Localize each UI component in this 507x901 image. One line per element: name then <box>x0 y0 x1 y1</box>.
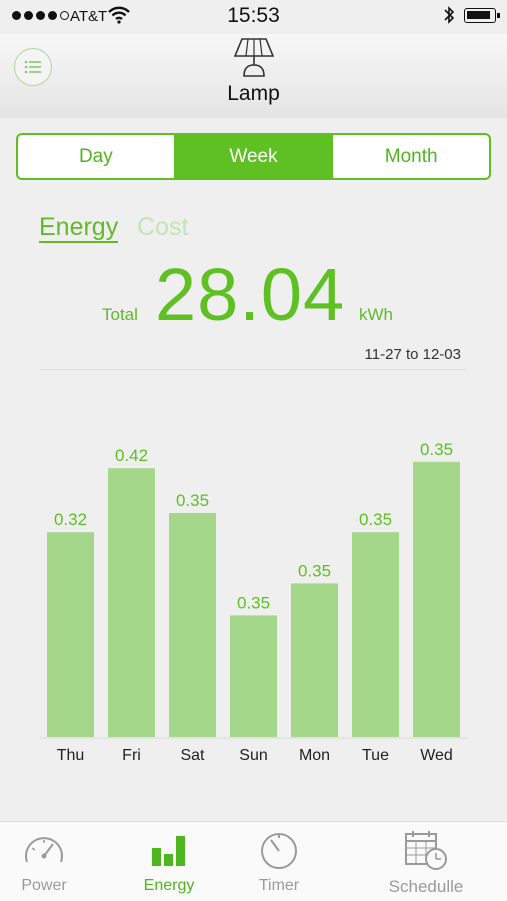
status-bar: AT&T 15:53 <box>0 0 507 34</box>
status-time: 15:53 <box>227 4 280 27</box>
chart-bar-tue[interactable] <box>352 532 399 737</box>
chart-bar-fri[interactable] <box>108 468 155 737</box>
chart-bar-sun[interactable] <box>230 615 277 737</box>
chart-value-label: 0.42 <box>115 446 148 465</box>
chart-value-label: 0.32 <box>54 510 87 529</box>
chart-bar-wed[interactable] <box>413 461 460 737</box>
nav-energy-label: Energy <box>143 877 195 894</box>
chart-category-label: Sat <box>180 747 205 764</box>
nav-schedule-label: Schedulle <box>388 877 464 896</box>
menu-button[interactable] <box>14 48 52 86</box>
bar-chart-icon <box>152 836 185 866</box>
chart-value-label: 0.35 <box>176 491 209 510</box>
total-label: Total <box>102 305 138 324</box>
nav-energy[interactable]: Energy <box>119 822 219 901</box>
nav-power-label: Power <box>21 877 67 894</box>
page-title: Lamp <box>227 82 280 105</box>
chart-value-label: 0.35 <box>359 510 392 529</box>
energy-bar-chart: 0.32 Thu 0.42 Fri 0.35 Sat 0.35 Sun 0.35 Mon 0.35 T… <box>40 440 468 764</box>
chart-category-label: Tue <box>362 747 389 764</box>
bluetooth-icon <box>444 6 455 24</box>
chart-category-label: Sun <box>239 747 267 764</box>
chart-value-label: 0.35 <box>420 440 453 459</box>
list-menu-icon <box>24 60 41 74</box>
app-header: Lamp <box>0 34 507 118</box>
divider <box>40 369 467 370</box>
chart-value-label: 0.35 <box>298 561 331 580</box>
chart-bar-sat[interactable] <box>169 513 216 737</box>
tab-energy[interactable]: Energy <box>39 213 119 243</box>
range-segmented-control: Day Week Month <box>16 133 491 180</box>
chart-category-label: Fri <box>122 747 141 764</box>
tab-month[interactable]: Month <box>331 135 489 178</box>
tab-cost[interactable]: Cost <box>137 213 188 241</box>
tab-day[interactable]: Day <box>18 135 174 178</box>
nav-timer-label: Timer <box>258 877 300 894</box>
date-range: 11-27 to 12-03 <box>364 346 461 363</box>
nav-timer[interactable]: Timer <box>229 822 329 901</box>
nav-schedule[interactable]: Schedulle <box>374 822 478 901</box>
total-value: 28.04 <box>155 253 346 336</box>
battery-icon <box>464 8 500 23</box>
chart-bar-mon[interactable] <box>291 583 338 737</box>
chart-value-label: 0.35 <box>237 593 270 612</box>
gauge-icon <box>25 837 63 863</box>
chart-category-label: Wed <box>420 747 453 764</box>
unit-label: kWh <box>359 305 393 324</box>
calendar-clock-icon <box>405 831 447 870</box>
nav-power[interactable]: Power <box>0 822 94 901</box>
lamp-icon <box>233 38 275 77</box>
bottom-tab-bar: Power Energy Timer Schedulle <box>0 821 507 901</box>
tab-week[interactable]: Week <box>173 135 332 178</box>
chart-category-label: Thu <box>57 747 85 764</box>
chart-bar-thu[interactable] <box>47 532 94 737</box>
timer-icon <box>261 833 297 869</box>
chart-category-label: Mon <box>299 747 330 764</box>
